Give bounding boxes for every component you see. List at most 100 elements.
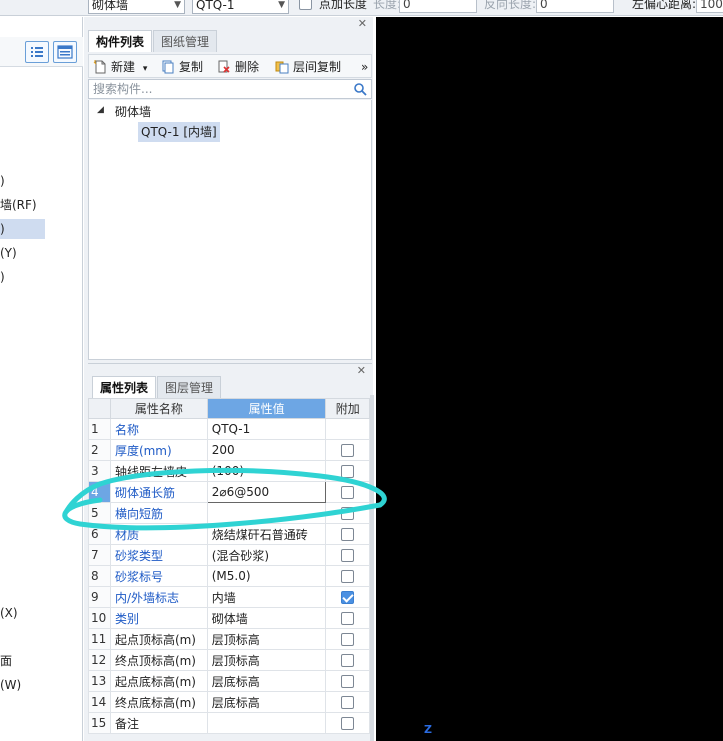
add-checkbox[interactable] <box>341 696 355 709</box>
tab-property-list[interactable]: 属性列表 <box>92 376 157 398</box>
copy-button[interactable]: 复制 <box>161 58 203 76</box>
property-value[interactable]: 烧结煤矸石普通砖 <box>206 523 327 545</box>
list-view-button[interactable] <box>25 41 49 63</box>
add-checkbox[interactable] <box>341 675 355 688</box>
close-icon[interactable]: ✕ <box>358 17 367 30</box>
column-header-number <box>88 398 111 419</box>
floor-copy-icon <box>275 61 289 74</box>
property-value[interactable] <box>206 502 327 524</box>
property-scrollbar[interactable] <box>370 395 374 741</box>
table-row[interactable]: 8 砂浆标号 (M5.0) <box>88 565 370 587</box>
add-checkbox[interactable] <box>341 549 355 562</box>
table-row[interactable]: 10 类别 砌体墙 <box>88 607 370 629</box>
table-row[interactable]: 2 厚度(mm) 200 <box>88 439 370 461</box>
component-type-select[interactable]: 砌体墙 ▼ <box>88 0 185 14</box>
nav-item[interactable]: (Y) <box>0 243 17 263</box>
table-row[interactable]: 4 砌体通长筋 2⌀6@500 <box>88 481 370 503</box>
property-name: 起点底标高(m) <box>109 670 208 692</box>
nav-item[interactable]: 面 <box>0 651 12 671</box>
add-cell <box>325 565 370 587</box>
property-name: 轴线距左墙皮 <box>109 460 208 482</box>
column-header-add: 附加 <box>325 398 370 419</box>
nav-item[interactable]: (X) <box>0 603 18 623</box>
add-cell <box>325 628 370 650</box>
add-checkbox[interactable] <box>341 591 355 604</box>
more-tools-button[interactable]: » <box>361 58 368 76</box>
add-checkbox[interactable] <box>341 654 355 667</box>
table-row[interactable]: 1 名称 QTQ-1 <box>88 418 370 440</box>
copy-button-label: 复制 <box>179 60 204 74</box>
column-header-value: 属性值 <box>206 398 327 419</box>
add-checkbox[interactable] <box>341 444 355 457</box>
tab-drawing-management[interactable]: 图纸管理 <box>153 30 218 52</box>
row-number: 7 <box>88 544 111 566</box>
search-input[interactable] <box>89 80 349 98</box>
offset-input[interactable]: 100 <box>696 0 723 13</box>
property-value[interactable]: QTQ-1 <box>206 418 327 440</box>
detail-view-button[interactable] <box>53 41 77 63</box>
length-input[interactable]: 0 <box>399 0 477 13</box>
add-cell <box>325 586 370 608</box>
tab-layer-management[interactable]: 图层管理 <box>157 376 222 398</box>
floor-copy-button-label: 层间复制 <box>293 60 342 74</box>
add-checkbox[interactable] <box>341 633 355 646</box>
add-checkbox[interactable] <box>341 486 355 499</box>
property-value[interactable] <box>206 712 327 734</box>
table-row[interactable]: 11 起点顶标高(m) 层顶标高 <box>88 628 370 650</box>
property-value[interactable]: (混合砂浆) <box>206 544 327 566</box>
table-row[interactable]: 7 砂浆类型 (混合砂浆) <box>88 544 370 566</box>
add-checkbox[interactable] <box>341 612 355 625</box>
table-row[interactable]: 13 起点底标高(m) 层底标高 <box>88 670 370 692</box>
component-name-select[interactable]: QTQ-1 ▼ <box>192 0 289 14</box>
property-value[interactable]: (100) <box>206 460 327 482</box>
row-number: 14 <box>88 691 111 713</box>
tab-component-list[interactable]: 构件列表 <box>88 30 153 52</box>
search-icon[interactable] <box>353 82 367 96</box>
row-number: 2 <box>88 439 111 461</box>
floor-copy-button[interactable]: 层间复制 <box>275 58 341 76</box>
add-checkbox[interactable] <box>341 570 355 583</box>
row-number: 12 <box>88 649 111 671</box>
reverse-length-input[interactable]: 0 <box>536 0 614 13</box>
close-icon[interactable]: ✕ <box>357 364 366 377</box>
nav-item-selected[interactable]: ) <box>0 219 45 239</box>
property-value[interactable]: 层顶标高 <box>206 649 327 671</box>
property-name: 起点顶标高(m) <box>109 628 208 650</box>
table-row[interactable]: 9 内/外墙标志 内墙 <box>88 586 370 608</box>
property-value[interactable]: 层底标高 <box>206 670 327 692</box>
property-value[interactable]: 砌体墙 <box>206 607 327 629</box>
drawing-canvas[interactable] <box>376 17 723 741</box>
tree-item-qtq1[interactable]: QTQ-1 [内墙] <box>138 122 220 142</box>
delete-button[interactable]: 删除 <box>217 58 259 76</box>
chevron-down-icon[interactable]: ▾ <box>143 64 148 74</box>
expand-triangle-icon[interactable]: ◢ <box>97 105 104 115</box>
new-button[interactable]: 新建 ▾ <box>93 58 147 76</box>
tree-group-masonry-wall[interactable]: 砌体墙 <box>115 102 151 122</box>
property-value[interactable]: 200 <box>206 439 327 461</box>
row-number: 11 <box>88 628 111 650</box>
table-row[interactable]: 3 轴线距左墙皮 (100) <box>88 460 370 482</box>
table-row[interactable]: 14 终点底标高(m) 层底标高 <box>88 691 370 713</box>
new-button-label: 新建 <box>111 60 136 74</box>
table-row[interactable]: 15 备注 <box>88 712 370 734</box>
add-checkbox[interactable] <box>341 465 355 478</box>
add-checkbox[interactable] <box>341 717 355 730</box>
add-checkbox[interactable] <box>341 507 355 520</box>
nav-item[interactable]: ) <box>0 171 5 191</box>
nav-item[interactable]: (W) <box>0 675 21 695</box>
add-length-checkbox[interactable] <box>299 0 312 10</box>
add-checkbox[interactable] <box>341 528 355 541</box>
nav-item[interactable]: 墙(RF) <box>0 195 37 215</box>
row-number: 13 <box>88 670 111 692</box>
property-name: 砌体通长筋 <box>109 481 208 503</box>
table-row[interactable]: 6 材质 烧结煤矸石普通砖 <box>88 523 370 545</box>
table-row[interactable]: 5 横向短筋 <box>88 502 370 524</box>
nav-item[interactable]: ) <box>0 267 5 287</box>
table-row[interactable]: 12 终点顶标高(m) 层顶标高 <box>88 649 370 671</box>
property-value-editor[interactable]: 2⌀6@500 <box>206 481 327 503</box>
row-number: 3 <box>88 460 111 482</box>
property-value[interactable]: 内墙 <box>206 586 327 608</box>
property-value[interactable]: (M5.0) <box>206 565 327 587</box>
property-value[interactable]: 层顶标高 <box>206 628 327 650</box>
property-value[interactable]: 层底标高 <box>206 691 327 713</box>
